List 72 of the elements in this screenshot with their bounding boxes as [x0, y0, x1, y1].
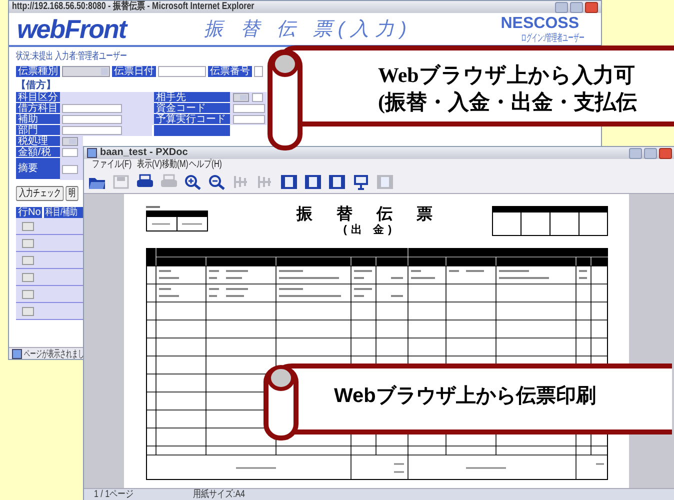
page-icon[interactable] — [328, 174, 346, 190]
brand-name: NESCOSS — [500, 14, 579, 32]
input-field[interactable] — [233, 115, 265, 124]
input-field[interactable] — [62, 164, 78, 174]
field-label: 金額/税 — [16, 147, 60, 158]
menu-item[interactable]: 表示(V) — [136, 159, 162, 171]
zoom-in-icon[interactable] — [184, 174, 202, 190]
row-button[interactable] — [22, 290, 34, 298]
maximize-button[interactable] — [644, 148, 657, 158]
input-field[interactable] — [62, 115, 122, 124]
callout-text: Webブラウザ上から入力可 — [378, 62, 636, 89]
field-label: 伝票番号 — [208, 66, 252, 76]
status-line: 状況:未提出 入力者:管理者ユーザー — [16, 51, 127, 62]
column-header: 科目/補助 — [44, 207, 83, 218]
page-icon — [12, 348, 22, 358]
page-icon[interactable] — [280, 174, 298, 190]
input-field[interactable] — [233, 104, 265, 113]
monitor-icon[interactable] — [352, 174, 370, 190]
form-button[interactable]: 入力チェック — [16, 186, 64, 201]
column-header: 行No — [16, 207, 42, 218]
field-label: 科目区分 — [16, 92, 60, 103]
window-title: baan_test - PXDoc — [100, 147, 188, 158]
minimize-button[interactable] — [555, 2, 568, 12]
row-button[interactable] — [22, 306, 34, 316]
dropdown[interactable] — [233, 93, 249, 102]
input-field[interactable] — [62, 148, 78, 157]
row-button[interactable] — [22, 238, 34, 248]
page-title: 振 替 伝 票(入力) — [204, 18, 412, 42]
dropdown[interactable] — [62, 66, 110, 76]
login-user[interactable]: ログイン:/管理者ユーザー — [521, 32, 585, 44]
status-text: 1 / 1ページ — [94, 489, 134, 500]
field-label: 補助 — [16, 114, 60, 125]
minimize-button[interactable] — [629, 148, 642, 158]
app-icon — [87, 148, 97, 158]
field-label: 借方科目 — [16, 103, 60, 114]
field-label: 伝票種別 — [16, 66, 60, 76]
input-field[interactable] — [252, 93, 263, 102]
logo: webFront — [17, 14, 126, 44]
row-button[interactable] — [22, 272, 34, 282]
document-subtitle: (出 金) — [343, 224, 396, 237]
status-text: ページが表示されまし — [24, 348, 84, 360]
field-label: 部門 — [16, 125, 60, 136]
dropdown[interactable] — [62, 137, 78, 146]
row-button[interactable] — [22, 222, 34, 230]
voucher-number-box-drawing — [146, 206, 208, 232]
menu-item[interactable]: 移動(M) — [162, 159, 188, 171]
close-button[interactable] — [585, 2, 598, 12]
menu-item[interactable]: ヘルプ(H) — [189, 159, 222, 171]
callout-text: Webブラウザ上から伝票印刷 — [334, 384, 596, 408]
document-title: 振 替 伝 票 — [296, 206, 442, 224]
field-label: 税処理 — [16, 136, 60, 147]
section-heading: 【借方】 — [16, 80, 56, 91]
row-button[interactable] — [22, 256, 34, 264]
field-label: 摘要 — [16, 158, 60, 180]
callout-text: (振替・入金・出金・支払伝 — [378, 89, 637, 116]
input-field[interactable] — [158, 66, 206, 76]
field-label: 伝票日付 — [112, 66, 156, 76]
status-text: 用紙サイズ:A4 — [193, 489, 246, 500]
input-field[interactable] — [254, 66, 263, 76]
maximize-button[interactable] — [570, 2, 583, 12]
menu-item[interactable]: ファイル(F) — [92, 159, 132, 171]
input-field[interactable] — [62, 126, 122, 135]
field-label: 資金コード — [154, 103, 230, 114]
close-button[interactable] — [659, 148, 672, 158]
form-button[interactable]: 明 — [66, 186, 78, 201]
field-label: 予算実行コード — [154, 114, 230, 125]
page-icon[interactable] — [304, 174, 322, 190]
zoom-out-icon[interactable] — [208, 174, 226, 190]
window-title: http://192.168.56.50:8080 - 振替伝票 - Microsoft Internet Explorer — [12, 1, 254, 13]
printer-icon[interactable] — [136, 174, 154, 190]
input-field[interactable] — [62, 104, 122, 113]
field-label: 相手先 — [154, 92, 230, 103]
